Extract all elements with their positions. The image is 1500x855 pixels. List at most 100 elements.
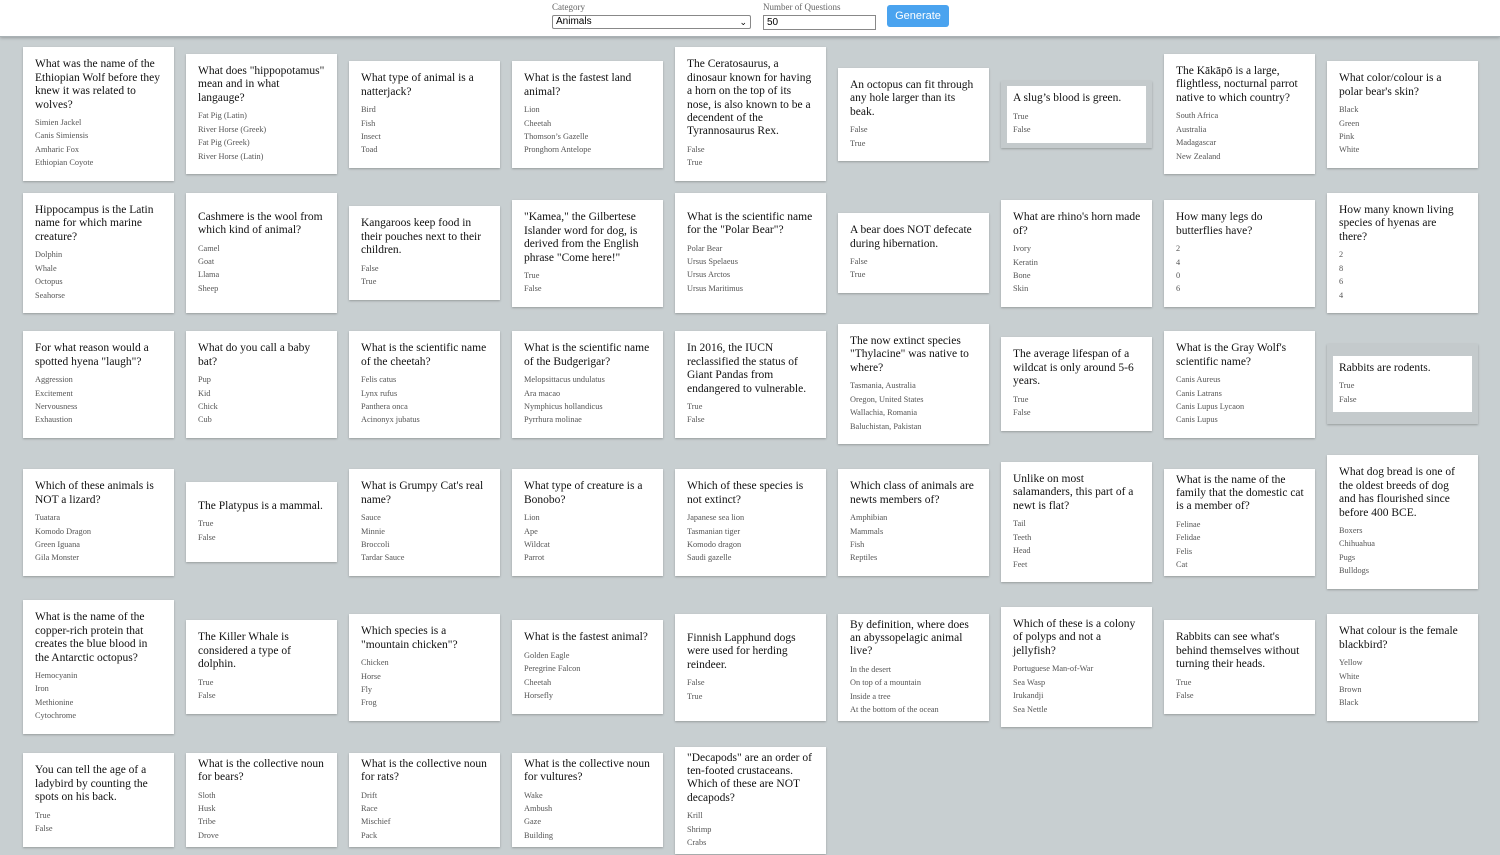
answer-option[interactable]: 4 — [1339, 289, 1467, 302]
answer-option[interactable]: Aggression — [35, 373, 163, 386]
answer-option[interactable]: Broccoli — [361, 538, 489, 551]
answer-option[interactable]: Ivory — [1013, 242, 1141, 255]
answer-option[interactable]: Seahorse — [35, 289, 163, 302]
answer-option[interactable]: Ursus Spelaeus — [687, 255, 815, 268]
answer-option[interactable]: True — [850, 137, 978, 150]
answer-option[interactable]: Feet — [1013, 558, 1141, 571]
answer-option[interactable]: True — [361, 275, 489, 288]
answer-option[interactable]: False — [850, 123, 978, 136]
answer-option[interactable]: Tribe — [198, 815, 326, 828]
answer-option[interactable]: Frog — [361, 696, 489, 709]
answer-option[interactable]: Fish — [850, 538, 978, 551]
answer-option[interactable]: False — [361, 262, 489, 275]
answer-option[interactable]: Ursus Arctos — [687, 268, 815, 281]
answer-option[interactable]: Building — [524, 829, 652, 842]
answer-option[interactable]: Sheep — [198, 282, 326, 295]
answer-option[interactable]: Keratin — [1013, 256, 1141, 269]
answer-option[interactable]: Canis Lupus — [1176, 413, 1304, 426]
answer-option[interactable]: Goat — [198, 255, 326, 268]
answer-option[interactable]: Sea Nettle — [1013, 703, 1141, 716]
answer-option[interactable]: Bulldogs — [1339, 564, 1467, 577]
answer-option[interactable]: Australia — [1176, 123, 1304, 136]
answer-option[interactable]: Horsefly — [524, 689, 652, 702]
answer-option[interactable]: Pyrrhura molinae — [524, 413, 652, 426]
answer-option[interactable]: Excitement — [35, 387, 163, 400]
answer-option[interactable]: True — [1176, 676, 1304, 689]
answer-option[interactable]: True — [35, 809, 163, 822]
answer-option[interactable]: Shrimp — [687, 823, 815, 836]
answer-option[interactable]: Methionine — [35, 696, 163, 709]
answer-option[interactable]: False — [687, 143, 815, 156]
answer-option[interactable]: Bird — [361, 103, 489, 116]
answer-option[interactable]: Exhaustion — [35, 413, 163, 426]
answer-option[interactable]: Peregrine Falcon — [524, 662, 652, 675]
answer-option[interactable]: At the bottom of the ocean — [850, 703, 978, 716]
answer-option[interactable]: Octopus — [35, 275, 163, 288]
answer-option[interactable]: Ursus Maritimus — [687, 282, 815, 295]
answer-option[interactable]: Mammals — [850, 525, 978, 538]
answer-option[interactable]: Tasmanian tiger — [687, 525, 815, 538]
answer-option[interactable]: True — [524, 269, 652, 282]
answer-option[interactable]: Brown — [1339, 683, 1467, 696]
answer-option[interactable]: On top of a mountain — [850, 676, 978, 689]
answer-option[interactable]: Pugs — [1339, 551, 1467, 564]
answer-option[interactable]: Gaze — [524, 815, 652, 828]
answer-option[interactable]: Black — [1339, 696, 1467, 709]
answer-option[interactable]: Amharic Fox — [35, 143, 163, 156]
answer-option[interactable]: True — [1013, 110, 1140, 123]
answer-option[interactable]: Saudi gazelle — [687, 551, 815, 564]
answer-option[interactable]: Sauce — [361, 511, 489, 524]
answer-option[interactable]: Nervousness — [35, 400, 163, 413]
answer-option[interactable]: Cat — [1176, 558, 1304, 571]
answer-option[interactable]: Skin — [1013, 282, 1141, 295]
answer-option[interactable]: Bone — [1013, 269, 1141, 282]
answer-option[interactable]: New Zealand — [1176, 150, 1304, 163]
answer-option[interactable]: True — [687, 690, 815, 703]
answer-option[interactable]: Pink — [1339, 130, 1467, 143]
answer-option[interactable]: False — [524, 282, 652, 295]
answer-option[interactable]: False — [850, 255, 978, 268]
answer-option[interactable]: Minnie — [361, 525, 489, 538]
answer-option[interactable]: False — [1176, 689, 1304, 702]
answer-option[interactable]: Cheetah — [524, 676, 652, 689]
answer-option[interactable]: Toad — [361, 143, 489, 156]
answer-option[interactable]: Fat Pig (Greek) — [198, 136, 326, 149]
answer-option[interactable]: Madagascar — [1176, 136, 1304, 149]
answer-option[interactable]: Felidae — [1176, 531, 1304, 544]
answer-option[interactable]: Parrot — [524, 551, 652, 564]
answer-option[interactable]: Baluchistan, Pakistan — [850, 420, 978, 433]
answer-option[interactable]: Lion — [524, 103, 652, 116]
answer-option[interactable]: Fly — [361, 683, 489, 696]
answer-option[interactable]: Simien Jackel — [35, 116, 163, 129]
answer-option[interactable]: 4 — [1176, 256, 1304, 269]
answer-option[interactable]: Polar Bear — [687, 242, 815, 255]
answer-option[interactable]: Ara macao — [524, 387, 652, 400]
questions-input[interactable]: 50 — [763, 15, 876, 30]
answer-option[interactable]: Nymphicus hollandicus — [524, 400, 652, 413]
answer-option[interactable]: 8 — [1339, 262, 1467, 275]
answer-option[interactable]: Canis Aureus — [1176, 373, 1304, 386]
answer-option[interactable]: Chick — [198, 400, 326, 413]
answer-option[interactable]: Komodo dragon — [687, 538, 815, 551]
answer-option[interactable]: Sloth — [198, 789, 326, 802]
answer-option[interactable]: Fish — [361, 117, 489, 130]
answer-option[interactable]: Head — [1013, 544, 1141, 557]
answer-option[interactable]: Krill — [687, 809, 815, 822]
answer-option[interactable]: Yellow — [1339, 656, 1467, 669]
answer-option[interactable]: Boxers — [1339, 524, 1467, 537]
answer-option[interactable]: South Africa — [1176, 109, 1304, 122]
answer-option[interactable]: False — [198, 689, 326, 702]
answer-option[interactable]: Tardar Sauce — [361, 551, 489, 564]
answer-option[interactable]: Golden Eagle — [524, 649, 652, 662]
answer-option[interactable]: River Horse (Latin) — [198, 150, 326, 163]
answer-option[interactable]: Ambush — [524, 802, 652, 815]
answer-option[interactable]: Japanese sea lion — [687, 511, 815, 524]
answer-option[interactable]: Wallachia, Romania — [850, 406, 978, 419]
answer-option[interactable]: Green — [1339, 117, 1467, 130]
answer-option[interactable]: Drift — [361, 789, 489, 802]
answer-option[interactable]: False — [1339, 393, 1466, 406]
answer-option[interactable]: Tuatara — [35, 511, 163, 524]
answer-option[interactable]: Reptiles — [850, 551, 978, 564]
answer-option[interactable]: Ape — [524, 525, 652, 538]
answer-option[interactable]: White — [1339, 143, 1467, 156]
